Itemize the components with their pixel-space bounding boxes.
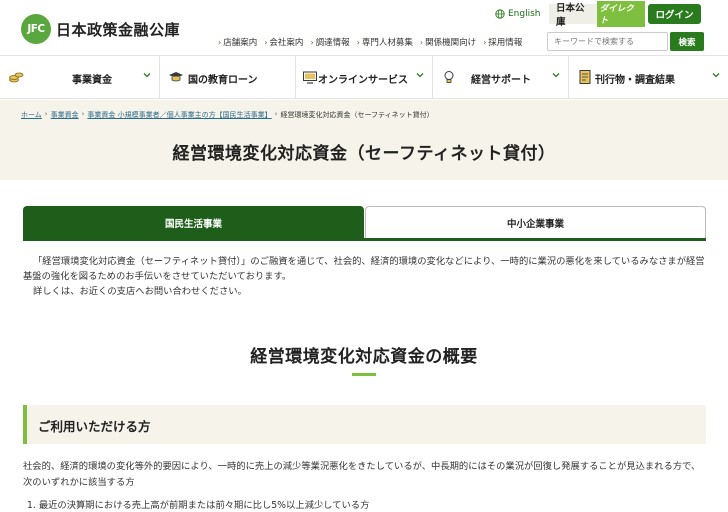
graduation-cap-icon (169, 72, 183, 82)
nav-label: オンラインサービス (318, 75, 408, 86)
coins-icon (9, 72, 24, 83)
chevron-right-icon: › (264, 37, 268, 47)
title-band: ホーム › 事業資金 › 事業資金 小規模事業者／個人事業主の方【国民生活事業】… (0, 100, 728, 180)
intro-text: 「経営環境変化対応資金（セーフティネット貸付）」のご融資を通じて、社会的、経済的… (23, 254, 706, 299)
chevron-right-icon: › (419, 37, 424, 47)
breadcrumb-current: 経営環境変化対応資金（セーフティネット貸付） (280, 111, 434, 119)
chevron-right-icon: › (274, 110, 278, 118)
page-title: 経営環境変化対応資金（セーフティネット貸付） (172, 144, 556, 164)
util-link-label: 採用情報 (488, 38, 523, 48)
english-label: English (508, 9, 541, 19)
breadcrumb-home[interactable]: ホーム (21, 110, 42, 120)
nav-label: 刊行物・調査結果 (595, 75, 675, 86)
business-tabs: 国民生活事業 中小企業事業 (23, 206, 706, 240)
util-link-label: 専門人材募集 (361, 38, 413, 48)
chevron-right-icon: › (44, 110, 48, 118)
site-header: JFC 日本政策金融公庫 English 日本公庫 ダイレクト ログイン › 店舗… (0, 0, 728, 55)
chevron-right-icon: › (356, 37, 360, 47)
chevron-right-icon: › (310, 37, 314, 47)
monitor-icon (303, 71, 317, 84)
login-button[interactable]: ログイン (648, 4, 701, 24)
nav-label: 国の教育ローン (188, 75, 258, 86)
sub-heading-box: ご利用いただける方 (23, 405, 706, 444)
chevron-right-icon: › (483, 37, 487, 47)
nav-online-services[interactable]: オンラインサービス (296, 56, 433, 98)
chevron-down-icon (552, 73, 560, 78)
util-link-stores[interactable]: › 店舗案内 (218, 36, 258, 49)
direct-tag: ダイレクト (596, 1, 645, 27)
document-icon (579, 70, 591, 84)
sub-heading: ご利用いただける方 (38, 419, 151, 434)
intro-paragraph-1: 「経営環境変化対応資金（セーフティネット貸付）」のご融資を通じて、社会的、経済的… (23, 256, 705, 282)
util-link-label: 会社案内 (269, 38, 304, 48)
logo-text: 日本政策金融公庫 (56, 20, 181, 39)
breadcrumb: ホーム › 事業資金 › 事業資金 小規模事業者／個人事業主の方【国民生活事業】… (21, 110, 434, 120)
util-link-company[interactable]: › 会社案内 (264, 36, 304, 49)
lightbulb-icon (444, 71, 454, 83)
nav-education-loan[interactable]: 国の教育ローン (160, 56, 296, 98)
nav-label: 事業資金 (72, 75, 112, 86)
eligibility-list-item: 1. 最近の決算期における売上高が前期または前々期に比し5%以上減少している方 (27, 500, 370, 511)
nav-management-support[interactable]: 経営サポート (433, 56, 569, 98)
util-link-label: 調達情報 (315, 38, 350, 48)
breadcrumb-small-business[interactable]: 事業資金 小規模事業者／個人事業主の方【国民生活事業】 (87, 110, 271, 120)
english-link[interactable]: English (495, 9, 541, 19)
util-link-label: 店舗案内 (223, 38, 258, 48)
global-nav: 事業資金 国の教育ローン オンラインサービス 経営サポート 刊行物・調査結果 (0, 55, 728, 99)
util-link-procurement[interactable]: › 調達情報 (310, 36, 350, 49)
search-button[interactable]: 検索 (670, 32, 704, 51)
utility-links: › 店舗案内 › 会社案内 › 調達情報 › 専門人材募集 › 関係機関向け › 採用情報 (218, 36, 529, 49)
search-input[interactable] (547, 32, 668, 51)
util-link-agencies[interactable]: › 関係機関向け (419, 36, 477, 49)
breadcrumb-business-funds[interactable]: 事業資金 (51, 110, 79, 120)
eligibility-text: 社会的、経済的環境の変化等外的要因により、一時的に売上の減少等業況悪化をきたして… (23, 461, 701, 488)
chevron-down-icon (712, 73, 720, 78)
direct-link[interactable]: 日本公庫 ダイレクト (549, 1, 645, 28)
nav-label: 経営サポート (471, 75, 531, 86)
util-link-label: 関係機関向け (425, 38, 477, 48)
nav-publications[interactable]: 刊行物・調査結果 (569, 56, 728, 98)
util-link-recruit[interactable]: › 採用情報 (483, 36, 523, 49)
chevron-down-icon (416, 73, 424, 78)
chevron-right-icon: › (81, 110, 85, 118)
tab-sme[interactable]: 中小企業事業 (365, 206, 706, 238)
util-link-specialists[interactable]: › 専門人材募集 (356, 36, 413, 49)
direct-label: 日本公庫 (556, 3, 585, 28)
tab-underline (23, 238, 706, 241)
chevron-down-icon (143, 73, 151, 78)
site-logo[interactable]: JFC 日本政策金融公庫 (21, 14, 180, 44)
jfc-logo-mark: JFC (21, 14, 51, 44)
tab-national-life[interactable]: 国民生活事業 (23, 206, 364, 240)
globe-icon (495, 9, 505, 19)
chevron-right-icon: › (218, 37, 222, 47)
title-underline (352, 373, 376, 376)
intro-paragraph-2: 詳しくは、お近くの支店へお問い合わせください。 (33, 286, 247, 297)
nav-business-funds[interactable]: 事業資金 (0, 56, 160, 98)
section-title: 経営環境変化対応資金の概要 (250, 347, 478, 367)
